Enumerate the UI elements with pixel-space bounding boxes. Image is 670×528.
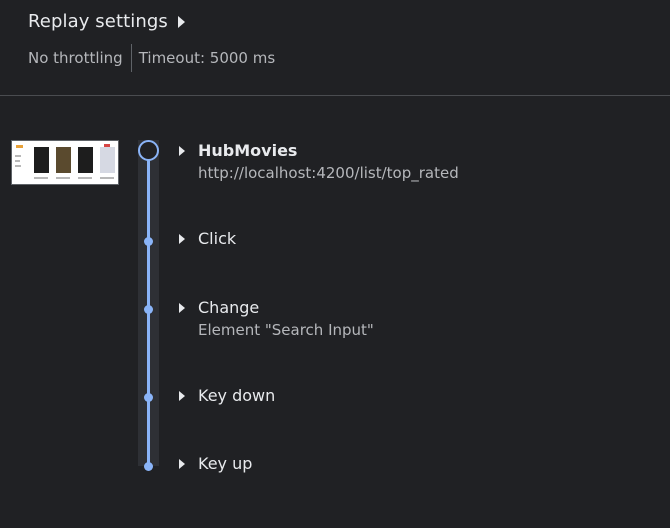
expand-caret-icon <box>179 391 185 401</box>
thumbnail-poster <box>78 147 93 173</box>
thumbnail-poster <box>100 147 115 173</box>
expand-caret-icon <box>179 234 185 244</box>
replay-settings-toggle[interactable]: Replay settings <box>28 11 185 32</box>
step-key-up[interactable]: Key up <box>179 454 252 474</box>
throttling-setting[interactable]: No throttling <box>28 49 123 67</box>
step-change[interactable]: Change Element "Search Input" <box>179 298 374 341</box>
thumbnail-sidebar-line <box>15 165 21 167</box>
settings-divider <box>130 44 132 72</box>
replay-settings-title: Replay settings <box>28 11 168 32</box>
step-title: Key up <box>198 454 253 473</box>
timeline-node <box>144 237 153 246</box>
replay-settings-panel: Replay settings No throttling Timeout: 5… <box>0 0 670 96</box>
step-title: HubMovies <box>198 141 298 160</box>
thumbnail-caption-line <box>100 177 114 179</box>
timeline-node <box>144 462 153 471</box>
thumbnail-logo <box>16 145 23 148</box>
step-title: Change <box>198 298 260 317</box>
thumbnail-poster <box>34 147 49 173</box>
expand-caret-icon <box>177 15 185 28</box>
expand-caret-icon <box>179 303 185 313</box>
page-screenshot-thumbnail[interactable] <box>11 140 119 185</box>
expand-caret-icon <box>179 146 185 156</box>
step-title: Key down <box>198 386 276 405</box>
thumbnail-sidebar-line <box>15 160 20 162</box>
step-subtitle: Element "Search Input" <box>198 321 374 339</box>
step-click[interactable]: Click <box>179 229 236 249</box>
thumbnail-caption-line <box>56 177 70 179</box>
thumbnail-caption-line <box>34 177 48 179</box>
expand-caret-icon <box>179 459 185 469</box>
step-key-down[interactable]: Key down <box>179 386 275 406</box>
step-title: Click <box>198 229 237 248</box>
replay-settings-summary: No throttling Timeout: 5000 ms <box>28 44 275 72</box>
timeline-node <box>144 393 153 402</box>
thumbnail-poster <box>56 147 71 173</box>
timeline-start-node <box>138 140 159 161</box>
thumbnail-sidebar-line <box>15 155 21 157</box>
step-subtitle: http://localhost:4200/list/top_rated <box>198 164 459 182</box>
timeout-setting[interactable]: Timeout: 5000 ms <box>139 49 275 67</box>
timeline-node <box>144 305 153 314</box>
step-navigate[interactable]: HubMovies http://localhost:4200/list/top… <box>179 141 459 184</box>
thumbnail-caption-line <box>78 177 92 179</box>
